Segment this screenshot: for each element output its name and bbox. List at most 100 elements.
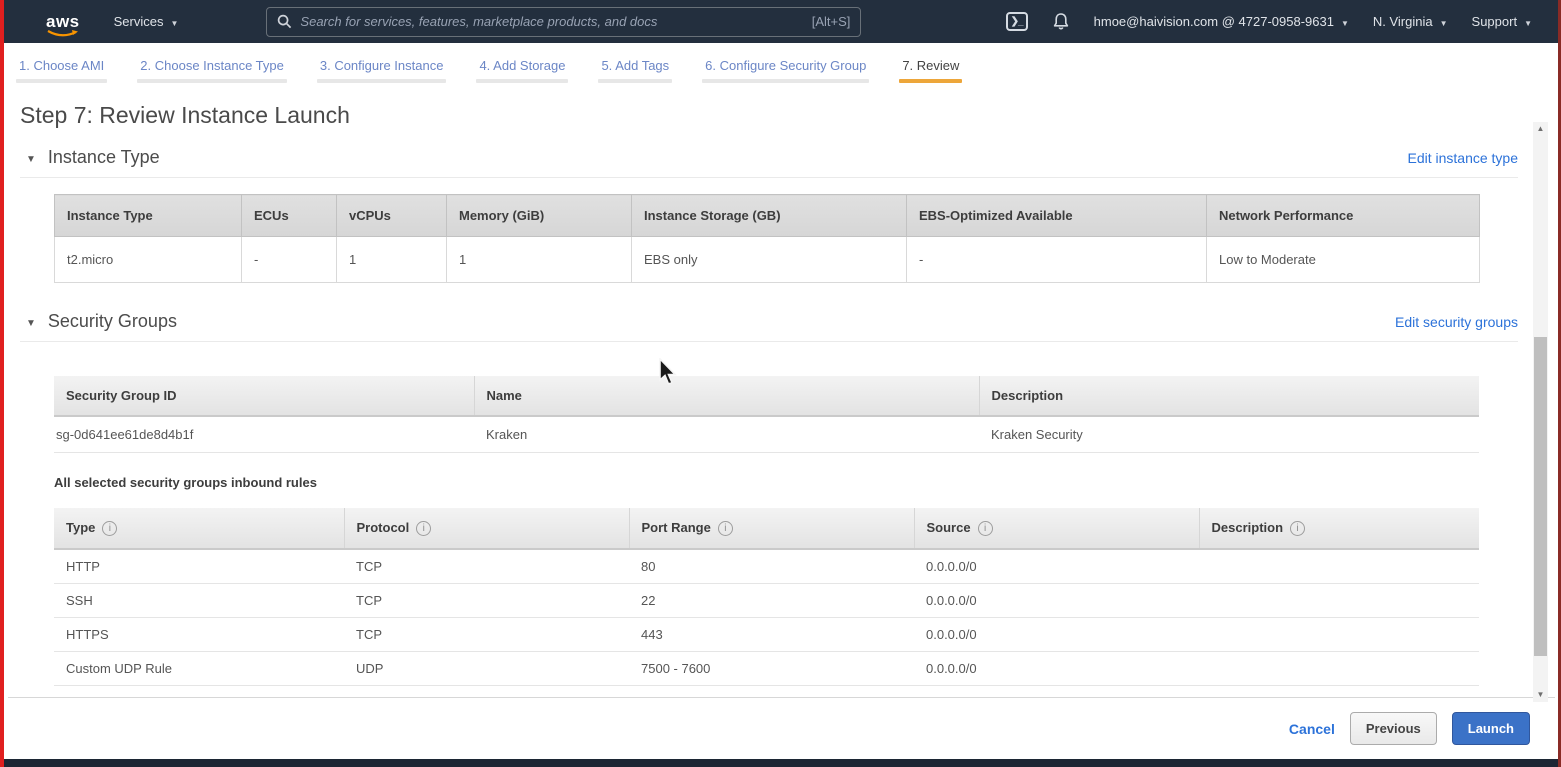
launch-button[interactable]: Launch [1452, 712, 1530, 745]
account-menu[interactable]: hmoe@haivision.com @ 4727-0958-9631 [1094, 14, 1349, 29]
search-shortcut-hint: [Alt+S] [812, 14, 851, 29]
inbound-rule-row: HTTPS TCP 443 0.0.0.0/0 [54, 618, 1479, 652]
previous-button[interactable]: Previous [1350, 712, 1437, 745]
inbound-rule-row: Custom UDP Rule UDP 7500 - 7600 0.0.0.0/… [54, 652, 1479, 686]
rule-type-cell: HTTP [54, 549, 344, 584]
rule-source-cell: 0.0.0.0/0 [914, 549, 1199, 584]
rule-source-cell: 0.0.0.0/0 [914, 652, 1199, 686]
tab-configure-instance[interactable]: 3. Configure Instance [317, 43, 447, 88]
ecus-cell: - [242, 237, 337, 283]
region-menu-label: N. Virginia [1373, 14, 1433, 29]
column-header: Instance Type [55, 195, 242, 237]
cloudshell-button[interactable] [1006, 12, 1028, 31]
rule-description-cell [1199, 652, 1479, 686]
cloudshell-icon [1006, 12, 1028, 31]
inbound-rules-header-row: Type Protocol Port Range Source Descript… [54, 508, 1479, 549]
tab-add-tags[interactable]: 5. Add Tags [598, 43, 672, 88]
collapse-triangle-icon[interactable] [26, 149, 48, 167]
inbound-rules-title: All selected security groups inbound rul… [54, 475, 1558, 490]
info-icon[interactable] [978, 521, 993, 536]
bottom-taskbar [4, 759, 1558, 767]
rule-source-cell: 0.0.0.0/0 [914, 618, 1199, 652]
rule-description-cell [1199, 584, 1479, 618]
instance-type-table: Instance Type ECUs vCPUs Memory (GiB) In… [54, 194, 1480, 283]
instance-storage-cell: EBS only [632, 237, 907, 283]
security-group-description-cell: Kraken Security [979, 416, 1479, 453]
edit-instance-type-link[interactable]: Edit instance type [1407, 150, 1518, 166]
instance-type-table-header-row: Instance Type ECUs vCPUs Memory (GiB) In… [55, 195, 1480, 237]
aws-smile-icon [47, 29, 81, 39]
chevron-down-icon [1517, 14, 1532, 29]
info-icon[interactable] [102, 521, 117, 536]
support-menu-label: Support [1472, 14, 1518, 29]
column-header: Source [914, 508, 1199, 549]
security-group-name-cell: Kraken [474, 416, 979, 453]
instance-type-table-row: t2.micro - 1 1 EBS only - Low to Moderat… [55, 237, 1480, 283]
rule-type-cell: Custom UDP Rule [54, 652, 344, 686]
rule-protocol-cell: TCP [344, 584, 629, 618]
services-menu[interactable]: Services [114, 14, 179, 29]
topnav-right-group: hmoe@haivision.com @ 4727-0958-9631 N. V… [1006, 12, 1532, 31]
instance-type-section-header: Instance Type Edit instance type [20, 143, 1518, 178]
wizard-footer: Cancel Previous Launch [8, 697, 1555, 759]
scrollbar-up-arrow[interactable] [1533, 122, 1548, 136]
collapse-triangle-icon[interactable] [26, 313, 48, 331]
rule-protocol-cell: TCP [344, 549, 629, 584]
inbound-rules-table: Type Protocol Port Range Source Descript… [54, 508, 1479, 686]
rule-port-range-cell: 80 [629, 549, 914, 584]
review-page-content: Step 7: Review Instance Launch Instance … [4, 88, 1558, 686]
app-window: aws Services [Alt+S] [0, 0, 1561, 767]
tab-configure-security-group[interactable]: 6. Configure Security Group [702, 43, 869, 88]
scrollbar-down-arrow[interactable] [1533, 688, 1548, 702]
tab-choose-instance-type[interactable]: 2. Choose Instance Type [137, 43, 287, 88]
column-header: Network Performance [1207, 195, 1480, 237]
rule-description-cell [1199, 549, 1479, 584]
rule-port-range-cell: 22 [629, 584, 914, 618]
page-title: Step 7: Review Instance Launch [20, 102, 1558, 129]
column-header: Description [979, 376, 1479, 416]
tab-add-storage[interactable]: 4. Add Storage [476, 43, 568, 88]
security-groups-table: Security Group ID Name Description sg-0d… [54, 376, 1479, 453]
ebs-optimized-cell: - [907, 237, 1207, 283]
security-groups-section-header: Security Groups Edit security groups [20, 307, 1518, 342]
wizard-step-tabs: 1. Choose AMI 2. Choose Instance Type 3.… [4, 43, 1558, 88]
rule-protocol-cell: TCP [344, 618, 629, 652]
column-header-label: Source [927, 520, 971, 535]
search-icon [277, 14, 292, 29]
chevron-down-icon [1433, 14, 1448, 29]
cancel-button[interactable]: Cancel [1289, 721, 1335, 737]
column-header: Security Group ID [54, 376, 474, 416]
bell-icon [1052, 12, 1070, 31]
rule-port-range-cell: 443 [629, 618, 914, 652]
rule-type-cell: SSH [54, 584, 344, 618]
aws-logo[interactable]: aws [46, 12, 80, 32]
top-navigation-bar: aws Services [Alt+S] [4, 0, 1558, 43]
column-header: ECUs [242, 195, 337, 237]
edit-security-groups-link[interactable]: Edit security groups [1395, 314, 1518, 330]
column-header: Name [474, 376, 979, 416]
search-input[interactable] [300, 14, 803, 29]
notifications-button[interactable] [1052, 12, 1070, 31]
info-icon[interactable] [416, 521, 431, 536]
instance-type-cell: t2.micro [55, 237, 242, 283]
column-header: Type [54, 508, 344, 549]
inbound-rule-row: SSH TCP 22 0.0.0.0/0 [54, 584, 1479, 618]
rule-port-range-cell: 7500 - 7600 [629, 652, 914, 686]
rule-type-cell: HTTPS [54, 618, 344, 652]
column-header-label: Type [66, 520, 95, 535]
info-icon[interactable] [718, 521, 733, 536]
vertical-scrollbar[interactable] [1533, 122, 1548, 702]
global-search-box[interactable]: [Alt+S] [266, 7, 861, 37]
column-header-label: Protocol [357, 520, 410, 535]
chevron-down-icon [1334, 14, 1349, 29]
security-group-row: sg-0d641ee61de8d4b1f Kraken Kraken Secur… [54, 416, 1479, 453]
instance-type-section-title: Instance Type [48, 147, 160, 168]
tab-review[interactable]: 7. Review [899, 43, 962, 88]
info-icon[interactable] [1290, 521, 1305, 536]
column-header: Port Range [629, 508, 914, 549]
scrollbar-thumb[interactable] [1534, 337, 1547, 656]
support-menu[interactable]: Support [1472, 14, 1532, 29]
tab-choose-ami[interactable]: 1. Choose AMI [16, 43, 107, 88]
security-groups-table-header-row: Security Group ID Name Description [54, 376, 1479, 416]
region-menu[interactable]: N. Virginia [1373, 14, 1448, 29]
